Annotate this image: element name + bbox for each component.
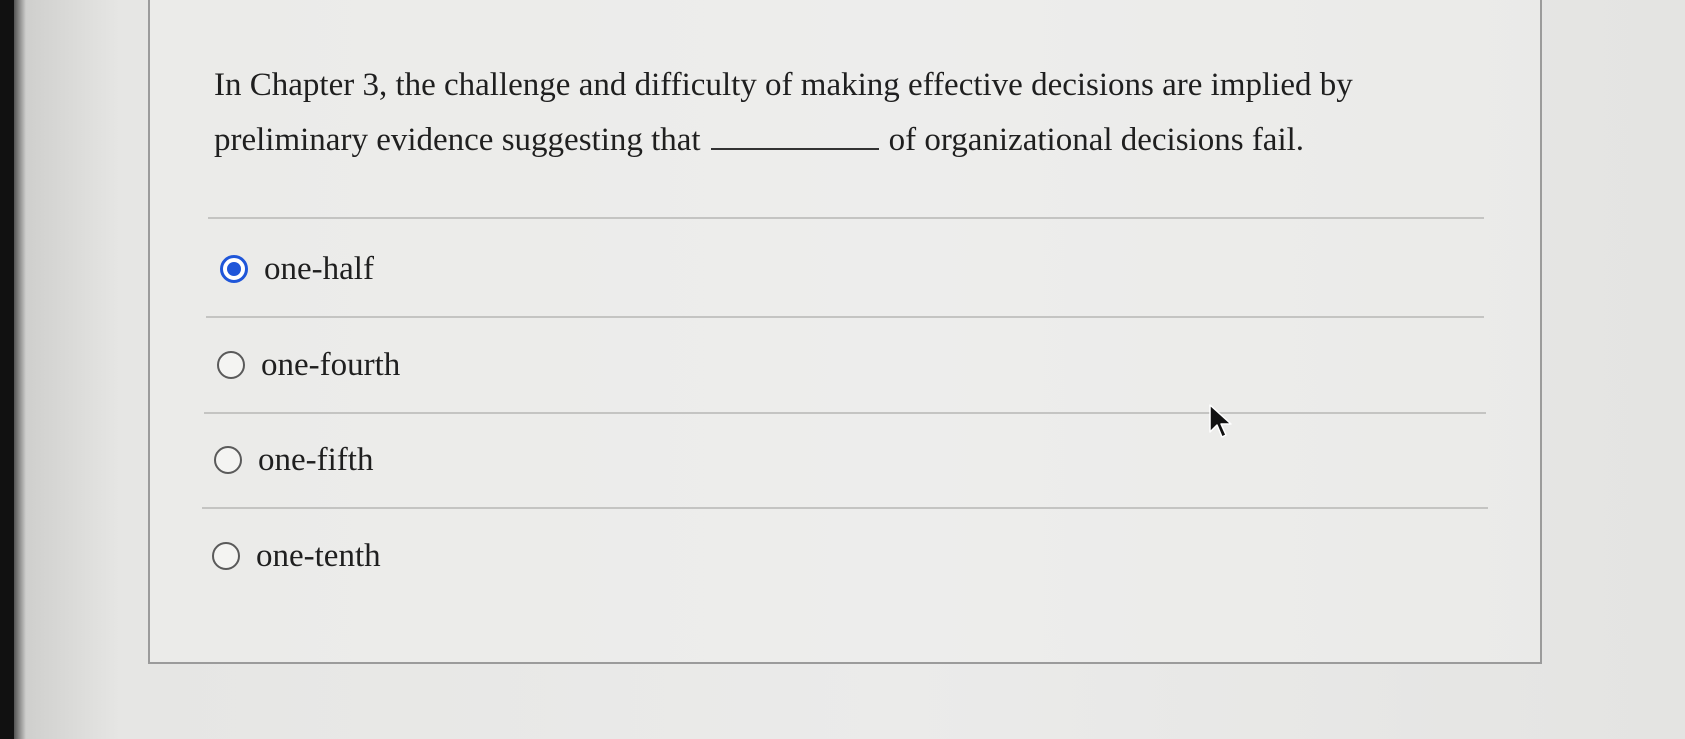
- question-card: In Chapter 3, the challenge and difficul…: [148, 0, 1542, 664]
- option-label: one-fifth: [258, 442, 374, 478]
- divider: [204, 412, 1486, 414]
- option-one-half[interactable]: one-half: [220, 249, 374, 289]
- radio-button[interactable]: [217, 351, 245, 379]
- question-text: In Chapter 3, the challenge and difficul…: [214, 58, 1454, 168]
- option-label: one-half: [264, 251, 374, 287]
- option-one-tenth[interactable]: one-tenth: [212, 536, 381, 576]
- radio-button-selected[interactable]: [220, 255, 248, 283]
- option-label: one-tenth: [256, 538, 381, 574]
- mouse-pointer-icon: [1209, 404, 1232, 438]
- question-text-after-blank: of organizational decisions fail.: [888, 122, 1305, 158]
- fill-in-blank: [710, 118, 879, 150]
- radio-button[interactable]: [214, 446, 242, 474]
- option-one-fifth[interactable]: one-fifth: [214, 440, 373, 480]
- radio-button[interactable]: [212, 542, 240, 570]
- divider: [202, 507, 1488, 509]
- screen-bezel: [0, 0, 14, 739]
- option-label: one-fourth: [261, 347, 401, 383]
- option-one-fourth[interactable]: one-fourth: [217, 345, 400, 385]
- divider: [206, 316, 1484, 318]
- divider: [208, 217, 1484, 219]
